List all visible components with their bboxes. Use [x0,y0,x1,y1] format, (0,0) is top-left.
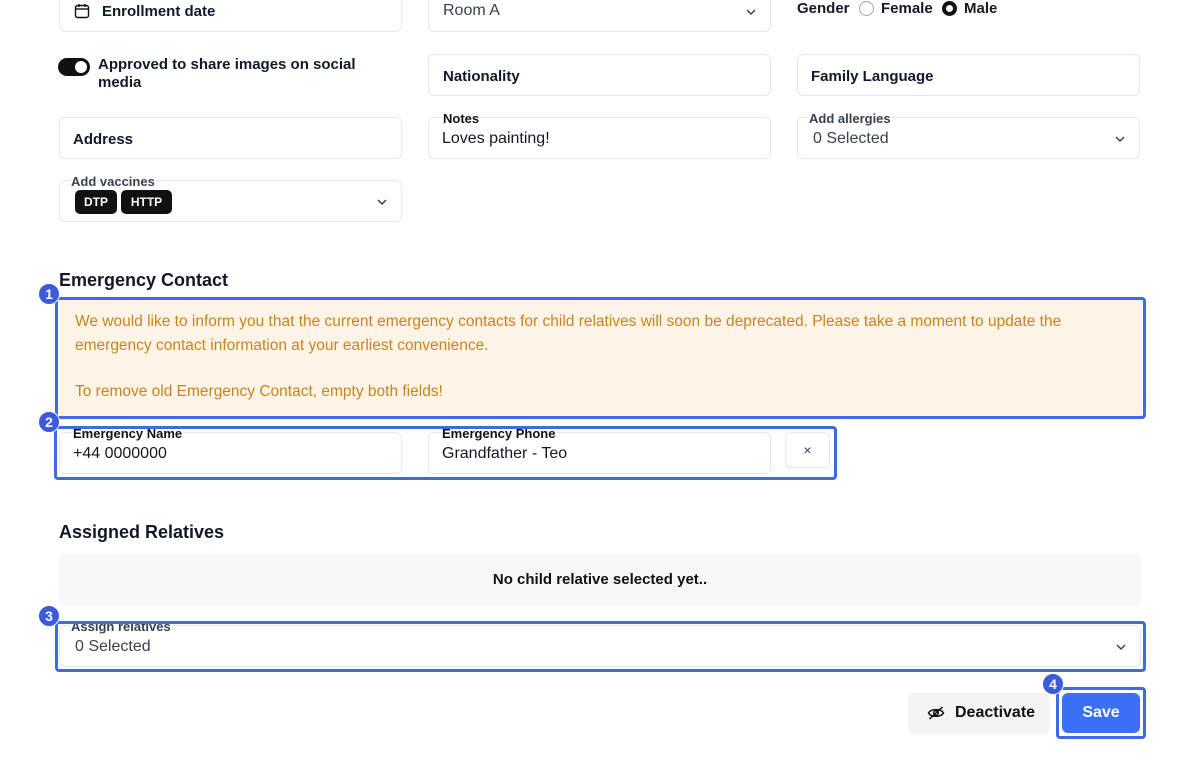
room-select[interactable]: Room A [428,0,771,32]
allergies-label: Add allergies [808,111,892,126]
highlight-box-1 [55,297,1146,419]
highlight-box-2 [54,426,837,480]
highlight-box-3 [55,621,1146,672]
toggle-knob [75,61,87,73]
family-language-label: Family Language [811,68,934,85]
deactivate-label: Deactivate [955,704,1036,721]
deactivate-button[interactable]: Deactivate [908,693,1050,734]
vaccines-label: Add vaccines [70,174,156,189]
gender-option-male[interactable]: Male [964,0,997,17]
gender-label: Gender [797,0,850,17]
annotation-badge-3: 3 [38,605,60,627]
chevron-down-icon [746,9,756,16]
gender-option-female[interactable]: Female [881,0,933,17]
social-media-label: Approved to share images on social media [98,56,356,91]
chevron-down-icon [1115,136,1125,143]
gender-radio-female[interactable] [859,1,874,16]
social-media-toggle[interactable] [58,58,90,76]
allergies-select[interactable]: Add allergies 0 Selected [797,111,1140,159]
annotation-badge-4: 4 [1042,673,1064,695]
notes-label: Notes [442,111,481,126]
relatives-empty-state: No child relative selected yet.. [59,554,1141,606]
vaccine-chip-http[interactable]: HTTP [121,190,172,214]
gender-group: Gender Female Male [797,0,1117,20]
allergies-value: 0 Selected [813,130,889,147]
highlight-box-4 [1056,687,1146,739]
gender-radio-male[interactable] [942,1,957,16]
emergency-contact-title: Emergency Contact [59,270,229,290]
room-value: Room A [443,2,500,19]
vaccines-select[interactable]: Add vaccines DTP HTTP [59,174,402,222]
calendar-icon [74,4,90,19]
enrollment-date-field[interactable]: Enrollment date [59,0,402,32]
chevron-down-icon [377,199,387,206]
enrollment-date-label: Enrollment date [102,3,216,20]
family-language-field[interactable]: Family Language [797,54,1140,96]
notes-field[interactable]: Notes Loves painting! [428,111,771,159]
address-field[interactable]: Address [59,117,402,159]
assigned-relatives-title: Assigned Relatives [59,522,225,542]
nationality-field[interactable]: Nationality [428,54,771,96]
annotation-badge-2: 2 [38,411,60,433]
notes-value[interactable]: Loves painting! [442,130,550,148]
relatives-empty-text: No child relative selected yet.. [492,571,708,588]
vaccine-chip-dtp[interactable]: DTP [75,190,117,214]
eye-off-icon [927,706,945,720]
address-label: Address [73,131,134,148]
nationality-label: Nationality [443,68,520,85]
annotation-badge-1: 1 [38,283,60,305]
